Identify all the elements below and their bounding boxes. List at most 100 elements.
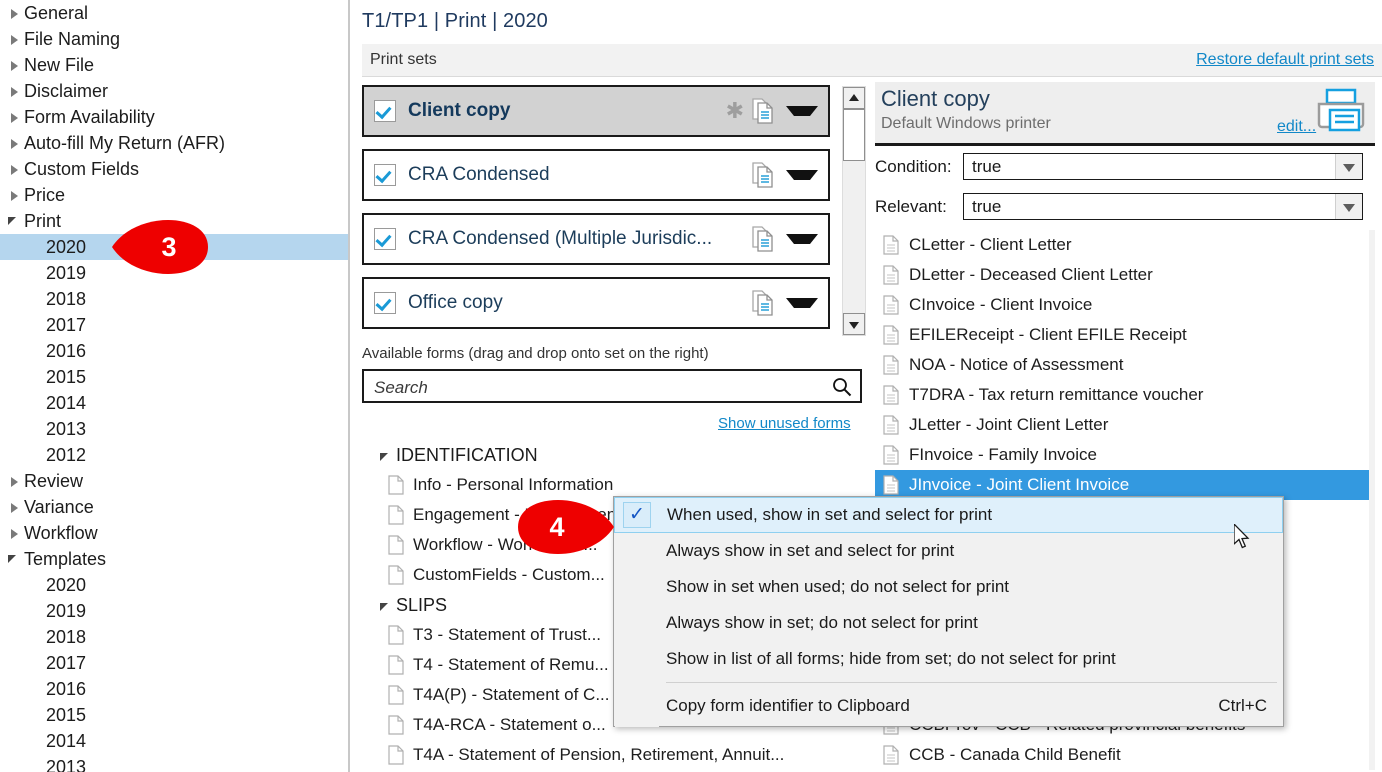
checkbox-checked-icon[interactable]: [374, 100, 396, 122]
context-menu-item[interactable]: ✓ When used, show in set and select for p…: [614, 497, 1283, 533]
scrollbar-thumb[interactable]: [843, 109, 865, 161]
search-icon[interactable]: [832, 377, 852, 397]
set-form-item[interactable]: CCB - Canada Child Benefit: [875, 740, 1375, 770]
sidebar-item-new-file[interactable]: New File: [0, 52, 348, 78]
document-stack-icon[interactable]: [752, 226, 774, 252]
set-form-item[interactable]: CLetter - Client Letter: [875, 230, 1375, 260]
chevron-right-icon[interactable]: [6, 78, 24, 104]
sidebar-item-2019[interactable]: 2019: [0, 598, 348, 624]
chevron-down-icon[interactable]: [786, 170, 818, 180]
condition-label: Condition:: [875, 156, 952, 176]
form-list-item[interactable]: T4A - Statement of Pension, Retirement, …: [362, 740, 862, 770]
context-menu-item[interactable]: Always show in set and select for print: [614, 533, 1283, 569]
sidebar-item-2017[interactable]: 2017: [0, 650, 348, 676]
set-form-label: EFILEReceipt - Client EFILE Receipt: [909, 325, 1187, 344]
set-form-item[interactable]: DLetter - Deceased Client Letter: [875, 260, 1375, 290]
set-form-item[interactable]: EFILEReceipt - Client EFILE Receipt: [875, 320, 1375, 350]
sidebar-item-2015[interactable]: 2015: [0, 364, 348, 390]
chevron-down-icon[interactable]: [1335, 154, 1362, 179]
chevron-right-icon[interactable]: [6, 0, 24, 26]
page-icon: [883, 355, 899, 375]
sidebar-item-2012[interactable]: 2012: [0, 442, 348, 468]
sidebar-item-form-availability[interactable]: Form Availability: [0, 104, 348, 130]
sidebar-item-general[interactable]: General: [0, 0, 348, 26]
sidebar-item-auto-fill-my-return-afr[interactable]: Auto-fill My Return (AFR): [0, 130, 348, 156]
detail-title: Client copy: [881, 86, 990, 111]
sidebar-item-custom-fields[interactable]: Custom Fields: [0, 156, 348, 182]
chevron-down-icon[interactable]: [6, 208, 24, 234]
chevron-right-icon[interactable]: [6, 156, 24, 182]
document-stack-icon[interactable]: [752, 290, 774, 316]
document-stack-icon[interactable]: [752, 162, 774, 188]
sidebar-item-review[interactable]: Review: [0, 468, 348, 494]
document-stack-icon[interactable]: [752, 98, 774, 124]
checkbox-checked-icon[interactable]: [374, 292, 396, 314]
print-set-card[interactable]: CRA Condensed (Multiple Jurisdic...: [362, 213, 830, 265]
forms-group-header[interactable]: IDENTIFICATION: [362, 440, 862, 470]
set-form-item[interactable]: T7DRA - Tax return remittance voucher: [875, 380, 1375, 410]
checkbox-checked-icon[interactable]: [374, 164, 396, 186]
condition-combobox[interactable]: true: [963, 153, 1363, 180]
sidebar-item-2014[interactable]: 2014: [0, 390, 348, 416]
edit-printer-link[interactable]: edit...: [1277, 118, 1316, 136]
sidebar-item-variance[interactable]: Variance: [0, 494, 348, 520]
chevron-right-icon[interactable]: [6, 26, 24, 52]
search-input[interactable]: [372, 375, 816, 401]
print-set-card[interactable]: Client copy ✱: [362, 85, 830, 137]
chevron-right-icon[interactable]: [6, 130, 24, 156]
print-set-card[interactable]: CRA Condensed: [362, 149, 830, 201]
chevron-down-icon[interactable]: [6, 546, 24, 572]
sidebar-item-2013[interactable]: 2013: [0, 754, 348, 772]
set-form-item[interactable]: CInvoice - Client Invoice: [875, 290, 1375, 320]
chevron-right-icon[interactable]: [6, 182, 24, 208]
scroll-up-icon[interactable]: [843, 87, 865, 109]
chevron-down-icon[interactable]: [378, 442, 396, 468]
set-form-item[interactable]: NOA - Notice of Assessment: [875, 350, 1375, 380]
restore-default-print-sets-link[interactable]: Restore default print sets: [1196, 51, 1374, 69]
print-sets-scrollbar[interactable]: [842, 86, 866, 336]
chevron-right-icon[interactable]: [6, 52, 24, 78]
set-form-item[interactable]: FInvoice - Family Invoice: [875, 440, 1375, 470]
context-menu-item[interactable]: Always show in set; do not select for pr…: [614, 605, 1283, 641]
sidebar-item-label: 2019: [46, 262, 87, 283]
print-set-card[interactable]: Office copy: [362, 277, 830, 329]
scroll-down-icon[interactable]: [843, 313, 865, 335]
context-menu-item[interactable]: Show in list of all forms; hide from set…: [614, 641, 1283, 677]
sidebar-item-price[interactable]: Price: [0, 182, 348, 208]
chevron-right-icon[interactable]: [6, 104, 24, 130]
chevron-down-icon[interactable]: [378, 592, 396, 618]
sidebar-item-2020[interactable]: 2020: [0, 572, 348, 598]
settings-tree-sidebar[interactable]: General File Naming New File Disclaimer Form…: [0, 0, 350, 772]
print-sets-list[interactable]: Client copy ✱ CRA Condensed CRA Condensed (…: [362, 85, 840, 341]
sidebar-item-2016[interactable]: 2016: [0, 338, 348, 364]
search-box[interactable]: [362, 369, 862, 403]
sidebar-item-2016[interactable]: 2016: [0, 676, 348, 702]
sidebar-item-templates[interactable]: Templates: [0, 546, 348, 572]
sidebar-item-disclaimer[interactable]: Disclaimer: [0, 78, 348, 104]
chevron-down-icon[interactable]: [786, 106, 818, 116]
sidebar-item-2018[interactable]: 2018: [0, 286, 348, 312]
sidebar-item-2014[interactable]: 2014: [0, 728, 348, 754]
sidebar-item-workflow[interactable]: Workflow: [0, 520, 348, 546]
chevron-right-icon[interactable]: [6, 494, 24, 520]
chevron-right-icon[interactable]: [6, 520, 24, 546]
form-item-label: T3 - Statement of Trust...: [413, 625, 602, 644]
set-forms-scrollbar[interactable]: [1369, 230, 1375, 770]
sidebar-item-2017[interactable]: 2017: [0, 312, 348, 338]
sidebar-item-2015[interactable]: 2015: [0, 702, 348, 728]
sidebar-item-2013[interactable]: 2013: [0, 416, 348, 442]
set-form-item[interactable]: JLetter - Joint Client Letter: [875, 410, 1375, 440]
sidebar-item-2018[interactable]: 2018: [0, 624, 348, 650]
sidebar-item-file-naming[interactable]: File Naming: [0, 26, 348, 52]
show-unused-forms-link[interactable]: Show unused forms: [718, 415, 851, 432]
checkbox-checked-icon[interactable]: [374, 228, 396, 250]
chevron-down-icon[interactable]: [786, 298, 818, 308]
relevant-combobox[interactable]: true: [963, 193, 1363, 220]
form-options-context-menu[interactable]: ✓ When used, show in set and select for p…: [613, 496, 1284, 727]
context-menu-item[interactable]: Copy form identifier to Clipboard Ctrl+C: [614, 688, 1283, 724]
context-menu-item[interactable]: Show in set when used; do not select for…: [614, 569, 1283, 605]
detail-subtitle: Default Windows printer: [881, 115, 1051, 132]
chevron-right-icon[interactable]: [6, 468, 24, 494]
chevron-down-icon[interactable]: [786, 234, 818, 244]
chevron-down-icon[interactable]: [1335, 194, 1362, 219]
